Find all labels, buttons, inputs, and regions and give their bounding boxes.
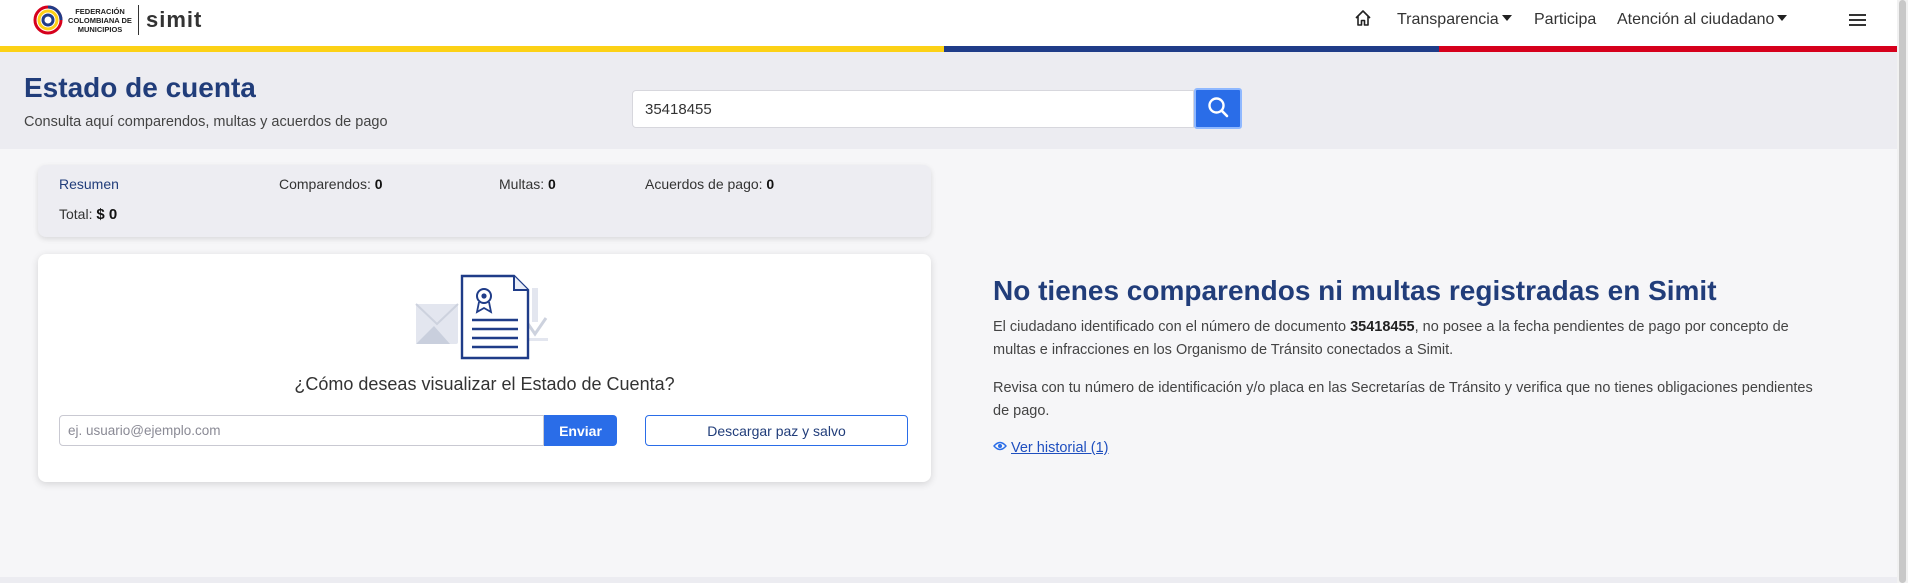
no-records-title: No tienes comparendos ni multas registra… [993,275,1717,306]
nav-transparencia[interactable]: Transparencia [1397,0,1512,40]
comparendos-label: Comparendos: [279,176,371,192]
hamburger-menu-button[interactable] [1849,0,1869,40]
summary-card: Resumen Comparendos: 0 Multas: 0 Acuerdo… [38,165,931,237]
logo-brand-text: simit [146,7,203,32]
no-records-description: El ciudadano identificado con el número … [993,316,1813,362]
scrollbar-track[interactable] [1897,0,1908,583]
multas-label: Multas: [499,176,545,192]
document-number: 35418455 [1350,319,1415,335]
logo-org-text: FEDERACIÓN COLOMBIANA DE MUNICIPIOS [68,6,132,34]
nav-home[interactable] [1352,0,1374,40]
comparendos-value: 0 [374,176,383,192]
nav-atencion[interactable]: Atención al ciudadano [1617,0,1788,40]
ver-historial-label: Ver historial (1) [1011,440,1109,456]
footer-divider [0,577,1897,583]
certificate-document-icon [414,274,594,374]
acuerdos-value: 0 [766,176,775,192]
home-icon [1354,9,1372,32]
nav-atencion-label: Atención al ciudadano [1617,11,1775,28]
nav-participa-label: Participa [1534,11,1597,28]
site-logo[interactable]: FEDERACIÓN COLOMBIANA DE MUNICIPIOS simi… [32,0,202,40]
account-view-card: ¿Cómo deseas visualizar el Estado de Cue… [38,254,931,482]
scrollbar-thumb[interactable] [1899,0,1906,583]
eye-icon [993,440,1007,456]
total-value: $ 0 [96,206,118,223]
download-paz-y-salvo-button[interactable]: Descargar paz y salvo [645,415,908,446]
search-icon [1207,96,1229,121]
email-input[interactable] [59,415,544,446]
summary-comparendos: Comparendos: 0 [279,176,383,192]
nav-participa[interactable]: Participa [1534,0,1596,40]
page-title: Estado de cuenta [24,72,256,103]
summary-multas: Multas: 0 [499,176,556,192]
document-search-input[interactable] [632,90,1194,128]
ver-historial-link[interactable]: Ver historial (1) [993,440,1109,456]
visualize-question: ¿Cómo deseas visualizar el Estado de Cue… [294,374,675,394]
search-button[interactable] [1194,88,1242,129]
logo-divider [138,5,139,35]
summary-acuerdos: Acuerdos de pago: 0 [645,176,774,192]
fcm-emblem-icon [32,4,64,36]
nav-transparencia-label: Transparencia [1397,11,1499,28]
summary-total: Total: $ 0 [59,206,117,223]
total-label: Total: [59,206,93,222]
page-subtitle: Consulta aquí comparendos, multas y acue… [24,114,388,130]
description-text-start: El ciudadano identificado con el número … [993,319,1351,335]
caret-down-icon [1777,15,1788,21]
summary-resumen-link[interactable]: Resumen [59,176,119,192]
acuerdos-label: Acuerdos de pago: [645,176,763,192]
hamburger-menu-icon [1849,11,1866,29]
verify-instructions: Revisa con tu número de identificación y… [993,380,1813,419]
send-button[interactable]: Enviar [544,415,617,446]
multas-value: 0 [548,176,556,192]
caret-down-icon [1501,15,1512,21]
